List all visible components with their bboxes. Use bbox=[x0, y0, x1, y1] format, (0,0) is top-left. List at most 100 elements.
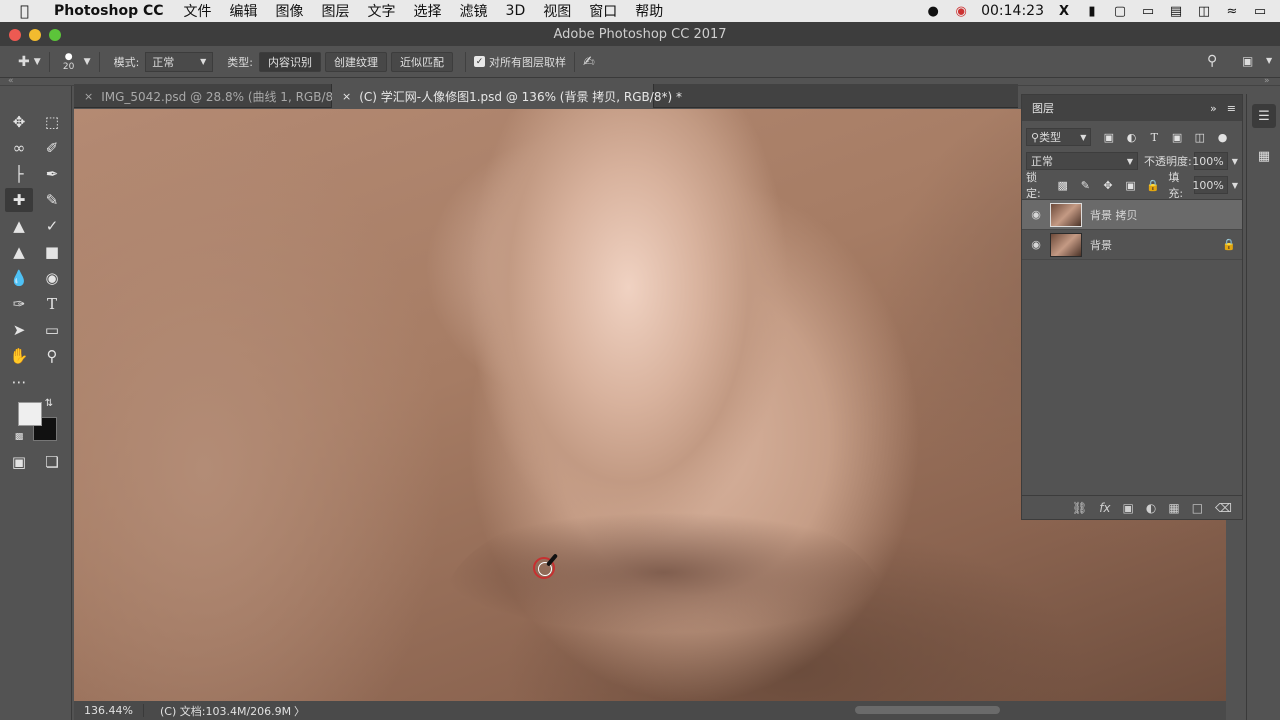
zoom-level[interactable]: 136.44% bbox=[74, 704, 144, 717]
foreground-color-swatch[interactable] bbox=[18, 402, 42, 426]
content-aware-button[interactable]: 内容识别 bbox=[259, 51, 322, 72]
toggle-icon[interactable]: ◫ bbox=[1196, 3, 1212, 19]
battery-status-icon[interactable]: ▮ bbox=[1084, 3, 1100, 19]
new-layer-icon[interactable]: □ bbox=[1192, 501, 1203, 515]
sponge-tool-icon[interactable]: ◉ bbox=[38, 266, 66, 290]
adjustment-filter-icon[interactable]: ◐ bbox=[1124, 129, 1139, 145]
swap-colors-icon[interactable]: ⇅ bbox=[42, 396, 56, 410]
add-mask-icon[interactable]: ▣ bbox=[1123, 501, 1134, 515]
close-window-button[interactable] bbox=[9, 29, 21, 41]
horizontal-scrollbar[interactable] bbox=[855, 706, 1000, 714]
fill-input[interactable]: 100% bbox=[1192, 176, 1228, 194]
mode-select[interactable]: 正常 ▼ bbox=[145, 51, 214, 72]
link-layers-icon[interactable]: ⛓ bbox=[1072, 501, 1087, 515]
x-app-icon[interactable]: X bbox=[1056, 3, 1072, 19]
menu-edit[interactable]: 编辑 bbox=[230, 1, 258, 21]
rectangle-tool-icon[interactable]: ▭ bbox=[38, 318, 66, 342]
menu-view[interactable]: 视图 bbox=[543, 1, 571, 21]
delete-layer-icon[interactable]: ⌫ bbox=[1215, 501, 1232, 515]
airplay-icon[interactable]: ▭ bbox=[1140, 3, 1156, 19]
path-select-tool-icon[interactable]: ➤ bbox=[5, 318, 33, 342]
layers-panel-title[interactable]: 图层 bbox=[1032, 100, 1054, 116]
libraries-dock-icon[interactable]: ▦ bbox=[1252, 144, 1276, 168]
menu-file[interactable]: 文件 bbox=[184, 1, 212, 21]
collapse-left-icon[interactable]: « bbox=[8, 76, 14, 86]
collapse-right-icon[interactable]: » bbox=[1264, 76, 1270, 86]
workspace-icon[interactable]: ▣ bbox=[1242, 54, 1253, 68]
layer-row[interactable]: ◉ 背景 🔒 bbox=[1022, 230, 1242, 260]
wifi-icon[interactable]: ≈ bbox=[1224, 3, 1240, 19]
menu-type[interactable]: 文字 bbox=[368, 1, 396, 21]
shape-filter-icon[interactable]: ▣ bbox=[1170, 129, 1185, 145]
zoom-window-button[interactable] bbox=[49, 29, 61, 41]
quick-mask-icon[interactable]: ▣ bbox=[5, 450, 33, 474]
sample-all-checkbox[interactable]: ✓ bbox=[474, 56, 486, 67]
status-menu-arrow[interactable]: 〉 bbox=[294, 703, 305, 719]
more-tools-icon[interactable]: ⋯ bbox=[5, 370, 33, 394]
crop-tool-icon[interactable]: ├ bbox=[5, 162, 33, 186]
menu-filter[interactable]: 滤镜 bbox=[460, 1, 488, 21]
opacity-input[interactable]: 100% bbox=[1192, 152, 1228, 170]
chevron-down-icon[interactable]: ▼ bbox=[1232, 181, 1238, 190]
smart-object-filter-icon[interactable]: ◫ bbox=[1192, 129, 1207, 145]
eye-icon[interactable]: ◉ bbox=[1022, 238, 1050, 251]
tab-img-5042[interactable]: × IMG_5042.psd @ 28.8% (曲线 1, RGB/8) * bbox=[74, 84, 348, 108]
brush-size-picker[interactable]: ● 20 bbox=[58, 52, 80, 72]
proximity-match-button[interactable]: 近似匹配 bbox=[391, 51, 454, 72]
battery-icon[interactable]: ▭ bbox=[1252, 3, 1268, 19]
pen-tool-icon[interactable]: ✑ bbox=[5, 292, 33, 316]
pixel-filter-icon[interactable]: ▣ bbox=[1101, 129, 1116, 145]
chevron-down-icon[interactable]: ▼ bbox=[1232, 157, 1238, 166]
type-filter-icon[interactable]: T bbox=[1147, 129, 1162, 145]
lock-pixels-icon[interactable]: ✎ bbox=[1078, 177, 1093, 193]
default-colors-icon[interactable]: ▩ bbox=[12, 430, 26, 444]
new-group-icon[interactable]: ▦ bbox=[1168, 501, 1179, 515]
layer-name[interactable]: 背景 拷贝 bbox=[1090, 207, 1242, 223]
app-menu[interactable]: Photoshop CC bbox=[54, 3, 164, 19]
display-icon[interactable]: ▢ bbox=[1112, 3, 1128, 19]
layer-name[interactable]: 背景 bbox=[1090, 237, 1216, 253]
lock-artboard-icon[interactable]: ▣ bbox=[1123, 177, 1138, 193]
layer-row[interactable]: ◉ 背景 拷贝 bbox=[1022, 200, 1242, 230]
panel-menu-icon[interactable]: ≡ bbox=[1227, 102, 1236, 115]
pressure-brush-icon[interactable]: ✍ bbox=[583, 54, 595, 70]
gradient-tool-icon[interactable]: ■ bbox=[38, 240, 66, 264]
menu-layer[interactable]: 图层 bbox=[322, 1, 350, 21]
close-icon[interactable]: × bbox=[84, 90, 93, 103]
menu-help[interactable]: 帮助 bbox=[635, 1, 663, 21]
apple-menu-icon[interactable]:  bbox=[20, 2, 38, 20]
layer-filter-select[interactable]: ⚲类型 ▼ bbox=[1026, 128, 1092, 146]
menu-window[interactable]: 窗口 bbox=[589, 1, 617, 21]
fx-icon[interactable]: fx bbox=[1099, 501, 1110, 515]
quick-select-tool-icon[interactable]: ✐ bbox=[38, 136, 66, 160]
eyedropper-tool-icon[interactable]: ✒ bbox=[38, 162, 66, 186]
close-icon[interactable]: × bbox=[342, 90, 351, 103]
chevron-down-icon[interactable]: ▼ bbox=[84, 57, 91, 67]
adjustment-layer-icon[interactable]: ◐ bbox=[1146, 501, 1156, 515]
chevron-down-icon[interactable]: ▼ bbox=[1266, 56, 1272, 65]
menu-select[interactable]: 选择 bbox=[414, 1, 442, 21]
lock-all-icon[interactable]: 🔒 bbox=[1146, 177, 1161, 193]
type-tool-icon[interactable]: T bbox=[38, 292, 66, 316]
lasso-tool-icon[interactable]: ∞ bbox=[5, 136, 33, 160]
tab-portrait-retouch[interactable]: × (C) 学汇网-人像修图1.psd @ 136% (背景 拷贝, RGB/8… bbox=[332, 84, 682, 108]
spot-healing-tool-icon[interactable]: ✚ bbox=[5, 188, 33, 212]
blur-tool-icon[interactable]: 💧 bbox=[5, 266, 33, 290]
clock[interactable]: 00:14:23 bbox=[981, 3, 1044, 19]
filter-toggle-icon[interactable]: ● bbox=[1215, 129, 1230, 145]
menu-3d[interactable]: 3D bbox=[506, 3, 526, 19]
layers-dock-icon[interactable]: ☰ bbox=[1252, 104, 1276, 128]
create-texture-button[interactable]: 创建纹理 bbox=[325, 51, 388, 72]
blend-mode-select[interactable]: 正常 ▼ bbox=[1026, 152, 1138, 170]
search-icon[interactable]: ⚲ bbox=[1207, 53, 1217, 69]
screen-record-icon[interactable]: ◉ bbox=[953, 3, 969, 19]
brush-tool-icon[interactable]: ✎ bbox=[38, 188, 66, 212]
screen-mode-icon[interactable]: ❏ bbox=[38, 450, 66, 474]
eraser-tool-icon[interactable]: ▲ bbox=[5, 240, 33, 264]
hand-tool-icon[interactable]: ✋ bbox=[5, 344, 33, 368]
lock-position-icon[interactable]: ✥ bbox=[1101, 177, 1116, 193]
move-tool-icon[interactable]: ✥ bbox=[5, 110, 33, 134]
collapse-panel-icon[interactable]: » bbox=[1210, 102, 1217, 115]
menu-image[interactable]: 图像 bbox=[276, 1, 304, 21]
history-brush-tool-icon[interactable]: ✓ bbox=[38, 214, 66, 238]
